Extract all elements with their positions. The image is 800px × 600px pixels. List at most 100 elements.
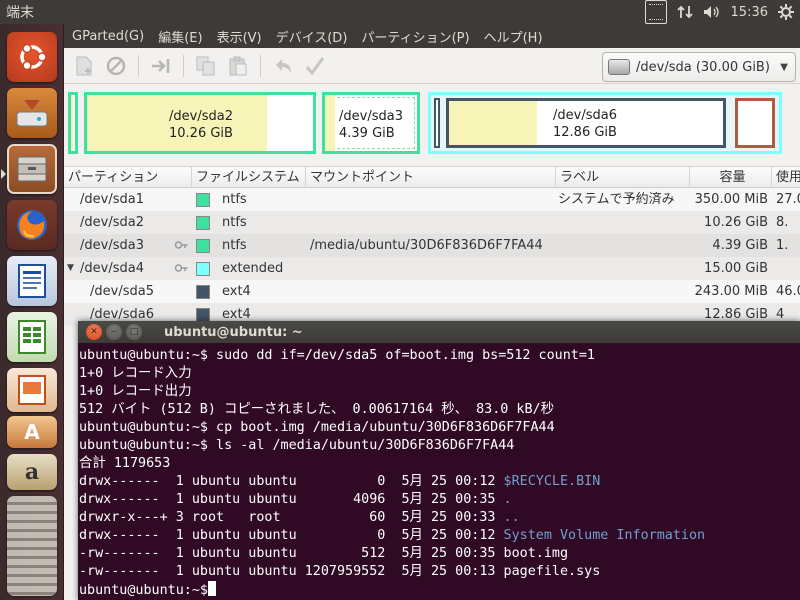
stacked-launcher-icons	[7, 496, 57, 596]
key-lock-icon	[174, 238, 188, 252]
disk-map-sda3[interactable]: /dev/sda3 4.39 GiB	[322, 92, 420, 154]
listing-filename: System Volume Information	[503, 528, 706, 543]
disk-map-sda4-extended[interactable]: /dev/sda6 12.86 GiB	[428, 92, 782, 154]
cell-used: 8.	[776, 215, 789, 230]
cell-size: 15.00 GiB	[704, 261, 768, 276]
col-label[interactable]: ラベル	[556, 167, 690, 188]
disk-installer-icon[interactable]	[7, 88, 57, 138]
expander-arrow-icon[interactable]: ▼	[67, 257, 74, 280]
keyboard-icon[interactable]	[644, 0, 667, 24]
new-partition-icon[interactable]	[72, 54, 96, 78]
listing-attributes: drwx------ 1 ubuntu ubuntu 4096 5月 25 00…	[79, 492, 504, 507]
apply-icon[interactable]	[303, 54, 327, 78]
system-tray: 15:36	[635, 0, 800, 24]
table-body: /dev/sda1 ntfs システムで予約済み 350.00 MiB 27.0/dev…	[64, 188, 800, 326]
filesystem-color-swatch	[196, 262, 210, 276]
delete-icon[interactable]	[104, 54, 128, 78]
disk-map-unallocated[interactable]	[735, 98, 775, 148]
table-row[interactable]: /dev/sda5 ext4 243.00 MiB 46.0	[64, 280, 800, 303]
cell-used: 46.0	[776, 284, 800, 299]
firefox-icon[interactable]	[7, 200, 57, 250]
terminal-listing-line: drwx------ 1 ubuntu ubuntu 4096 5月 25 00…	[79, 491, 800, 509]
paste-icon[interactable]	[226, 54, 250, 78]
filesystem-color-swatch	[196, 308, 210, 322]
disk-map-sda2-name: /dev/sda2	[169, 109, 233, 124]
terminal-line: ubuntu@ubuntu:~$ cp boot.img /media/ubun…	[79, 420, 555, 435]
calc-icon[interactable]	[7, 312, 57, 362]
menu-help[interactable]: ヘルプ(H)	[484, 27, 543, 46]
col-partition[interactable]: パーティション	[64, 167, 192, 188]
cell-mountpoint: /media/ubuntu/30D6F836D6F7FA44	[310, 238, 543, 253]
top-panel: 端末 15:36	[0, 0, 800, 24]
disk-map-sda2-size: 10.26 GiB	[169, 126, 233, 141]
window-title: 端末	[6, 5, 34, 21]
disk-map-sda1[interactable]	[68, 92, 78, 154]
filesystem-color-swatch	[196, 239, 210, 253]
disk-map-sda6-name: /dev/sda6	[553, 108, 617, 123]
cell-filesystem: ntfs	[222, 215, 247, 230]
disk-map-sda3-name: /dev/sda3	[339, 109, 403, 124]
device-selector[interactable]: /dev/sda (30.00 GiB) ▼	[602, 52, 796, 82]
terminal-listing-line: drwx------ 1 ubuntu ubuntu 0 5月 25 00:12…	[79, 473, 800, 491]
disk-map-sda2[interactable]: /dev/sda2 10.26 GiB	[84, 92, 316, 154]
cell-used: 27.0	[776, 192, 800, 207]
cell-used	[776, 257, 800, 280]
ubuntu-logo-icon[interactable]	[7, 32, 57, 82]
cell-mountpoint	[310, 280, 556, 303]
terminal-prompt-line: ubuntu@ubuntu:~$	[79, 581, 800, 599]
col-size[interactable]: 容量	[690, 167, 772, 188]
volume-icon[interactable]	[703, 0, 721, 24]
settings-gear-icon[interactable]	[778, 0, 794, 24]
disk-map-sda5[interactable]	[434, 98, 440, 148]
cell-filesystem: ntfs	[222, 238, 247, 253]
undo-icon[interactable]	[271, 54, 295, 78]
menu-partition[interactable]: パーティション(P)	[361, 27, 469, 46]
disk-map-sda6-size: 12.86 GiB	[553, 125, 617, 140]
clock[interactable]: 15:36	[731, 0, 768, 24]
menu-gparted[interactable]: GParted(G)	[72, 29, 144, 44]
table-row[interactable]: ▼ /dev/sda4 extended 15.00 GiB	[64, 257, 800, 280]
filesystem-color-swatch	[196, 285, 210, 299]
network-icon[interactable]	[676, 0, 693, 24]
cell-label	[558, 211, 690, 234]
terminal-output[interactable]: ubuntu@ubuntu:~$ sudo dd if=/dev/sda5 of…	[78, 343, 800, 599]
resize-move-icon[interactable]	[149, 54, 173, 78]
file-manager-icon[interactable]	[7, 144, 57, 194]
listing-attributes: -rw------- 1 ubuntu ubuntu 1207959552 5月…	[79, 564, 504, 579]
table-row[interactable]: /dev/sda3 ntfs/media/ubuntu/30D6F836D6F7…	[64, 234, 800, 257]
cell-mountpoint	[310, 257, 556, 280]
table-row[interactable]: /dev/sda1 ntfs システムで予約済み 350.00 MiB 27.0	[64, 188, 800, 211]
copy-icon[interactable]	[194, 54, 218, 78]
software-center-icon[interactable]: A	[7, 416, 57, 448]
disk-map-sda3-size: 4.39 GiB	[339, 126, 395, 141]
terminal-listing-line: drwx------ 1 ubuntu ubuntu 0 5月 25 00:12…	[79, 527, 800, 545]
cell-partition: /dev/sda5	[90, 284, 154, 299]
table-header: パーティション ファイルシステム マウントポイント ラベル 容量 使用	[64, 166, 800, 188]
terminal-titlebar[interactable]: ✕ − □ ubuntu@ubuntu: ~	[78, 321, 800, 343]
col-filesystem[interactable]: ファイルシステム	[192, 167, 306, 188]
cell-mountpoint	[310, 211, 556, 234]
partition-table[interactable]: パーティション ファイルシステム マウントポイント ラベル 容量 使用 /dev…	[64, 166, 800, 326]
terminal-line: 1+0 レコード入力	[79, 366, 192, 381]
menu-view[interactable]: 表示(V)	[217, 27, 262, 46]
terminal-line: ubuntu@ubuntu:~$ ls -al /media/ubuntu/30…	[79, 438, 515, 453]
minimize-icon[interactable]: −	[106, 324, 122, 340]
writer-icon[interactable]	[7, 256, 57, 306]
launcher: A a	[0, 24, 64, 600]
disk-map-sda6[interactable]: /dev/sda6 12.86 GiB	[446, 98, 726, 148]
close-icon[interactable]: ✕	[86, 324, 102, 340]
col-used[interactable]: 使用	[772, 167, 800, 188]
menu-device[interactable]: デバイス(D)	[276, 27, 348, 46]
key-lock-icon	[174, 261, 188, 275]
disk-map[interactable]: /dev/sda2 10.26 GiB /dev/sda3 4.39 GiB /…	[64, 84, 800, 158]
cell-size: 10.26 GiB	[704, 215, 768, 230]
table-row[interactable]: /dev/sda2 ntfs 10.26 GiB 8.	[64, 211, 800, 234]
cell-size: 4.39 GiB	[712, 238, 768, 253]
menu-edit[interactable]: 編集(E)	[158, 27, 202, 46]
listing-attributes: drwx------ 1 ubuntu ubuntu 0 5月 25 00:12	[79, 474, 504, 489]
cell-filesystem: extended	[222, 261, 284, 276]
impress-icon[interactable]	[7, 368, 57, 412]
col-mountpoint[interactable]: マウントポイント	[306, 167, 556, 188]
amazon-icon[interactable]: a	[7, 454, 57, 490]
maximize-icon[interactable]: □	[126, 324, 142, 340]
